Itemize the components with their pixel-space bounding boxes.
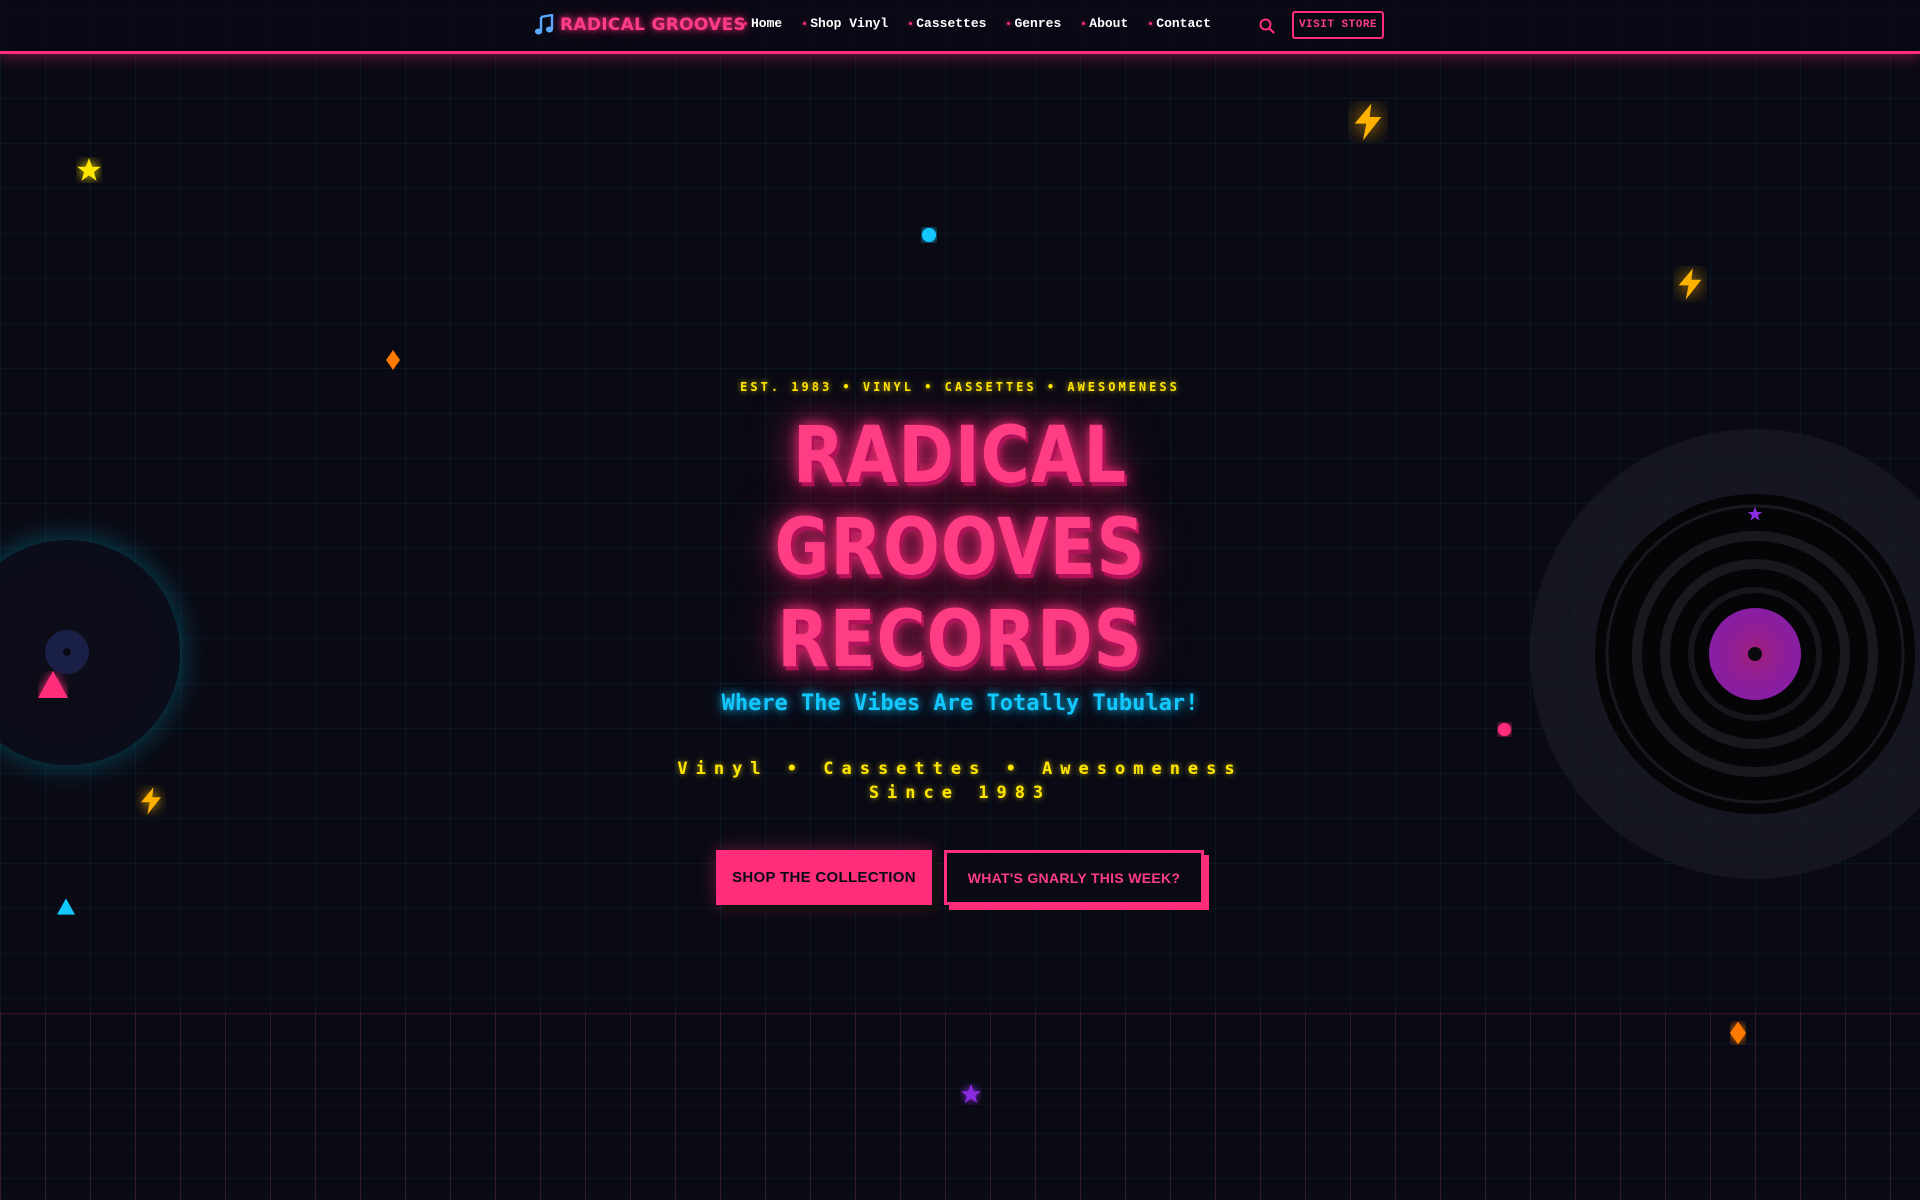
nav-item-about[interactable]: About — [1082, 16, 1128, 31]
lightning-icon — [1678, 268, 1702, 300]
star-icon — [77, 158, 101, 181]
nav-item-label: Home — [751, 16, 783, 31]
page: RADICAL GROOVES Home Shop Vinyl Cassette… — [0, 0, 1920, 1200]
hero-tagline: EST. 1983 • VINYL • CASSETTES • AWESOMEN… — [740, 380, 1180, 394]
brand-name: RADICAL GROOVES — [560, 15, 747, 35]
nav-bullet-icon — [803, 22, 807, 25]
nav-bullet-icon — [1082, 22, 1086, 25]
nav-bullet-icon — [744, 22, 747, 25]
visit-store-button[interactable]: VISIT STORE — [1292, 11, 1384, 39]
dot-icon — [922, 228, 936, 242]
nav-item-label: Contact — [1156, 16, 1211, 31]
nav-item-label: Shop Vinyl — [810, 16, 889, 31]
hero-title-line: GROOVES — [774, 503, 1146, 593]
lightning-icon — [1354, 103, 1382, 141]
nav-item-genres[interactable]: Genres — [1007, 16, 1061, 31]
nav-bullet-icon — [1149, 22, 1153, 25]
nav-links: Home Shop Vinyl Cassettes Genres About C… — [744, 16, 1232, 31]
hero-subline: Vinyl • Cassettes • Awesomeness Since 19… — [677, 759, 1243, 803]
nav-item-cassettes[interactable]: Cassettes — [909, 16, 986, 31]
diamond-icon — [1730, 1021, 1746, 1045]
hero-subtitle: Where The Vibes Are Totally Tubular! — [721, 691, 1199, 716]
nav-item-shop-vinyl[interactable]: Shop Vinyl — [803, 16, 888, 31]
nav-item-label: Cassettes — [916, 16, 987, 31]
hero-title-line: RECORDS — [777, 595, 1143, 685]
hero-title-line: RADICAL — [792, 411, 1128, 501]
floor-grid — [0, 1013, 1920, 1200]
nav-item-home[interactable]: Home — [744, 16, 782, 31]
music-note-icon — [534, 14, 554, 35]
nav-item-label: Genres — [1014, 16, 1062, 31]
brand-logo[interactable]: RADICAL GROOVES — [534, 11, 746, 39]
nav-item-label: About — [1089, 16, 1129, 31]
navbar: RADICAL GROOVES Home Shop Vinyl Cassette… — [0, 0, 1920, 54]
star-icon — [960, 1083, 982, 1104]
hero-title: RADICAL GROOVES RECORDS — [0, 410, 1920, 686]
diamond-icon — [386, 350, 400, 370]
lightning-icon — [141, 787, 161, 815]
nav-bullet-icon — [909, 22, 913, 25]
gnarly-this-week-button[interactable]: WHAT'S GNARLY THIS WEEK? — [944, 850, 1204, 905]
nav-bullet-icon — [1007, 22, 1011, 25]
search-icon[interactable] — [1258, 17, 1276, 35]
triangle-icon — [57, 898, 75, 915]
dot-icon — [1497, 722, 1512, 737]
shop-collection-button[interactable]: SHOP THE COLLECTION — [716, 850, 932, 905]
nav-item-contact[interactable]: Contact — [1149, 16, 1211, 31]
